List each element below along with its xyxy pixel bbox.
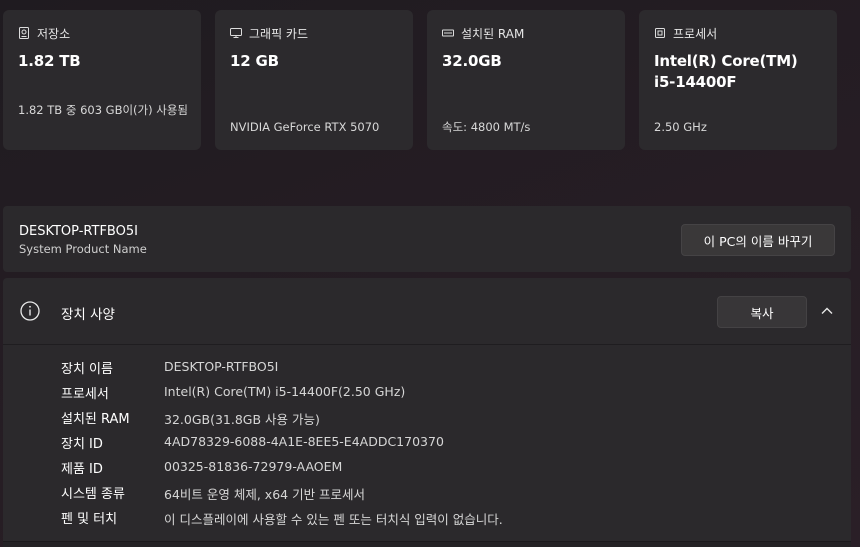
card-label: 저장소 bbox=[37, 26, 71, 41]
card-value: Intel(R) Core(TM) i5-14400F bbox=[654, 52, 798, 91]
spec-key: 펜 및 터치 bbox=[61, 512, 118, 527]
panel-divider bbox=[3, 541, 851, 547]
spec-key: 설치된 RAM bbox=[61, 412, 130, 427]
spec-key: 시스템 종류 bbox=[61, 487, 125, 502]
spec-row: 제품 ID 00325-81836-72979-AAOEM bbox=[3, 458, 851, 483]
card-sub: 속도: 4800 MT/s bbox=[442, 120, 531, 134]
card-sub: 2.50 GHz bbox=[654, 120, 707, 134]
spec-row: 프로세서 Intel(R) Core(TM) i5-14400F(2.50 GH… bbox=[3, 383, 851, 408]
device-specs-title: 장치 사양 bbox=[61, 307, 115, 323]
spec-value: 32.0GB(31.8GB 사용 가능) bbox=[164, 412, 320, 427]
device-name: DESKTOP-RTFBO5I bbox=[19, 224, 138, 239]
card-value: 12 GB bbox=[230, 52, 279, 70]
monitor-icon bbox=[230, 27, 242, 39]
device-specs-header[interactable]: 장치 사양 복사 bbox=[3, 278, 851, 345]
spec-value: 이 디스플레이에 사용할 수 있는 펜 또는 터치식 입력이 없습니다. bbox=[164, 512, 503, 527]
spec-value: 64비트 운영 체제, x64 기반 프로세서 bbox=[164, 487, 366, 502]
rename-pc-button[interactable]: 이 PC의 이름 바꾸기 bbox=[681, 224, 835, 256]
card-label: 그래픽 카드 bbox=[249, 26, 309, 41]
card-value: 32.0GB bbox=[442, 52, 502, 70]
card-label: 프로세서 bbox=[673, 26, 718, 41]
ram-icon bbox=[442, 27, 454, 39]
graphics-card[interactable]: 그래픽 카드 12 GB NVIDIA GeForce RTX 5070 bbox=[215, 10, 413, 150]
spec-list: 장치 이름 DESKTOP-RTFBO5I 프로세서 Intel(R) Core… bbox=[3, 358, 851, 533]
processor-card[interactable]: 프로세서 Intel(R) Core(TM) i5-14400F 2.50 GH… bbox=[639, 10, 837, 150]
device-specs-panel: 장치 사양 복사 장치 이름 DESKTOP-RTFBO5I 프로세서 Inte… bbox=[3, 278, 851, 547]
device-model: System Product Name bbox=[19, 242, 147, 256]
ram-card[interactable]: 설치된 RAM 32.0GB 속도: 4800 MT/s bbox=[427, 10, 625, 150]
device-name-panel: DESKTOP-RTFBO5I System Product Name 이 PC… bbox=[3, 206, 851, 272]
chevron-up-icon[interactable] bbox=[818, 302, 836, 320]
spec-row: 펜 및 터치 이 디스플레이에 사용할 수 있는 펜 또는 터치식 입력이 없습… bbox=[3, 508, 851, 533]
info-icon bbox=[19, 300, 41, 322]
spec-key: 제품 ID bbox=[61, 462, 103, 477]
card-label: 설치된 RAM bbox=[461, 26, 525, 41]
copy-button[interactable]: 복사 bbox=[717, 296, 807, 328]
card-sub: NVIDIA GeForce RTX 5070 bbox=[230, 120, 380, 134]
cpu-icon bbox=[654, 27, 666, 39]
drive-icon bbox=[18, 27, 30, 39]
spec-row: 장치 ID 4AD78329-6088-4A1E-8EE5-E4ADDC1703… bbox=[3, 433, 851, 458]
spec-row: 장치 이름 DESKTOP-RTFBO5I bbox=[3, 358, 851, 383]
spec-key: 장치 이름 bbox=[61, 362, 113, 377]
spec-key: 장치 ID bbox=[61, 437, 103, 452]
spec-row: 시스템 종류 64비트 운영 체제, x64 기반 프로세서 bbox=[3, 483, 851, 508]
spec-value: DESKTOP-RTFBO5I bbox=[164, 359, 279, 374]
spec-value: 00325-81836-72979-AAOEM bbox=[164, 459, 343, 474]
spec-value: Intel(R) Core(TM) i5-14400F(2.50 GHz) bbox=[164, 384, 406, 399]
spec-value: 4AD78329-6088-4A1E-8EE5-E4ADDC170370 bbox=[164, 434, 444, 449]
spec-row: 설치된 RAM 32.0GB(31.8GB 사용 가능) bbox=[3, 408, 851, 433]
card-sub: 1.82 TB 중 603 GB이(가) 사용됨 bbox=[18, 103, 189, 117]
card-value: 1.82 TB bbox=[18, 52, 81, 70]
spec-key: 프로세서 bbox=[61, 387, 109, 402]
storage-card[interactable]: 저장소 1.82 TB 1.82 TB 중 603 GB이(가) 사용됨 bbox=[3, 10, 201, 150]
